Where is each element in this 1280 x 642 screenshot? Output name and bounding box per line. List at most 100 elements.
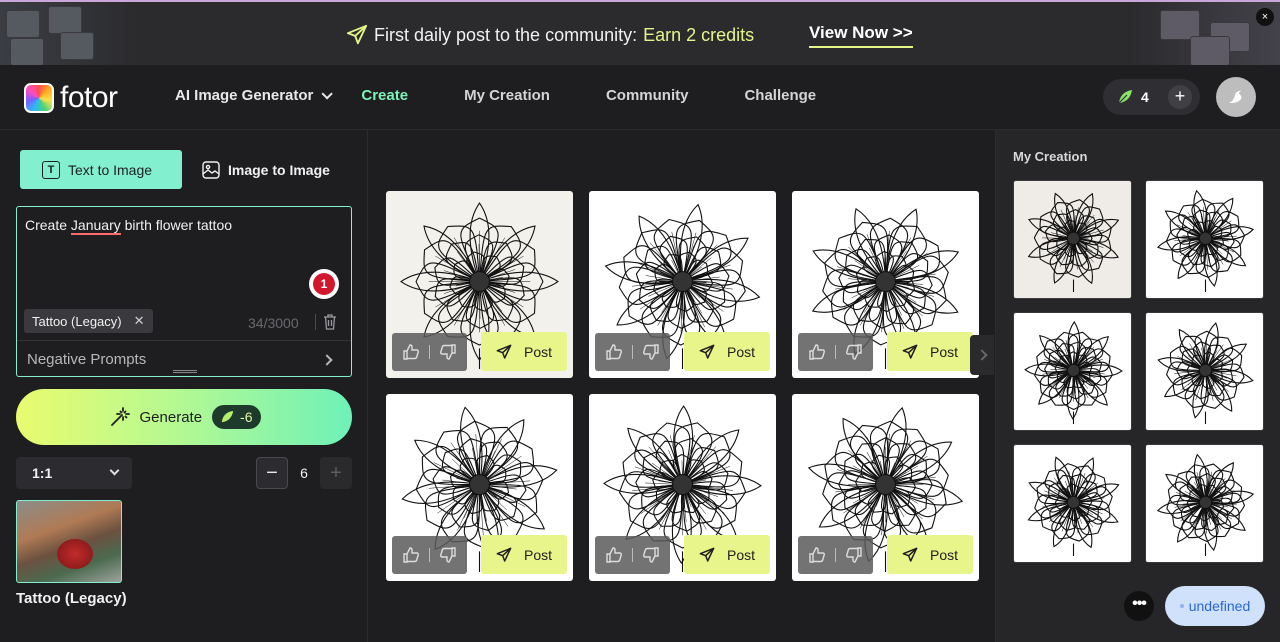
thumbs-up-icon[interactable] [605,343,623,361]
add-credits-button[interactable]: + [1168,85,1192,109]
scroll-right-button[interactable] [970,335,994,375]
count-increment-button[interactable]: + [320,457,352,489]
promo-banner: First daily post to the community: Earn … [0,0,1280,65]
aspect-ratio-select[interactable]: 1:1 [16,457,132,489]
generate-button[interactable]: Generate -6 [16,389,352,445]
credits-badge[interactable]: 4 + [1103,79,1200,115]
dot-icon [1179,604,1184,608]
undefined-pill[interactable]: undefined [1165,586,1265,626]
send-icon [496,547,512,562]
thumbs-up-icon[interactable] [808,546,826,564]
generate-cost: -6 [240,409,253,425]
post-label: Post [726,343,755,360]
result-card[interactable]: Post [792,191,979,378]
negative-prompts-label: Negative Prompts [27,351,147,368]
nav-my-creation[interactable]: My Creation [464,87,550,104]
close-icon[interactable]: ✕ [134,313,145,329]
thumbs-down-icon[interactable] [845,343,863,361]
undefined-pill-label: undefined [1188,598,1251,614]
style-thumbnail[interactable] [16,500,122,583]
vote-buttons [392,333,467,371]
thumbs-down-icon[interactable] [642,343,660,361]
bird-avatar-icon [1229,90,1242,103]
my-creation-thumbnail[interactable] [1013,444,1132,563]
grammarly-count: 1 [313,273,335,295]
divider [834,548,836,562]
thumbs-up-icon[interactable] [402,546,420,564]
resize-handle[interactable] [173,370,197,373]
banner-message: First daily post to the community: Earn … [346,22,754,48]
my-creation-thumbnail[interactable] [1145,312,1264,431]
logo-mark-icon [24,83,54,113]
paper-plane-icon [346,24,368,45]
char-count: 34/3000 [248,315,299,331]
my-creation-thumbnail[interactable] [1145,444,1264,563]
thumbs-up-icon[interactable] [808,343,826,361]
post-button[interactable]: Post [887,332,973,371]
result-card[interactable]: Post [589,191,776,378]
thumbs-down-icon[interactable] [439,343,457,361]
style-thumbnail-label: Tattoo (Legacy) [16,590,127,607]
main-nav: AI Image Generator Create My Creation Co… [175,87,872,104]
flower-tattoo-image [1027,456,1120,556]
nav-community[interactable]: Community [606,87,689,104]
post-button[interactable]: Post [684,332,770,371]
prompt-flagged-word[interactable]: January [70,217,121,235]
top-header: fotor AI Image Generator Create My Creat… [0,65,1280,130]
banner-text: First daily post to the community: [374,24,638,45]
flower-tattoo-image [1156,189,1255,292]
style-chip-label: Tattoo (Legacy) [32,313,122,329]
close-icon[interactable]: × [1256,8,1274,26]
nav-label: AI Image Generator [175,87,314,104]
view-now-link[interactable]: View Now >> [809,23,913,48]
fotor-logo[interactable]: fotor [24,81,118,115]
nav-challenge[interactable]: Challenge [744,87,816,104]
send-icon [496,344,512,359]
prompt-textarea[interactable]: Create January birth flower tattoo 1 Tat… [16,206,352,377]
thumbs-down-icon[interactable] [845,546,863,564]
post-button[interactable]: Post [481,332,567,371]
post-label: Post [726,546,755,563]
thumbs-up-icon[interactable] [605,546,623,564]
image-count: 6 [300,465,308,481]
flower-tattoo-image [1156,453,1255,556]
post-button[interactable]: Post [481,535,567,574]
avatar[interactable] [1216,77,1256,117]
trash-icon[interactable] [323,314,337,330]
tab-text-to-image[interactable]: T Text to Image [20,150,182,189]
magic-wand-icon [110,407,130,426]
result-card[interactable]: Post [386,394,573,581]
nav-ai-image-generator[interactable]: AI Image Generator [175,87,334,104]
grammarly-badge[interactable]: 1 [309,269,339,299]
my-creation-thumbnail[interactable] [1145,180,1264,299]
my-creation-thumbnail[interactable] [1013,312,1132,431]
thumbs-down-icon[interactable] [439,546,457,564]
thumbs-up-icon[interactable] [402,343,420,361]
mode-tabs: T Text to Image Image to Image [20,150,352,189]
send-icon [699,547,715,562]
text-icon: T [42,160,60,179]
chevron-right-icon [321,354,333,366]
post-label: Post [929,343,958,360]
result-card[interactable]: Post [792,394,979,581]
nav-create[interactable]: Create [361,87,408,104]
results-grid: Post Post Post Post Post Post [369,130,995,642]
my-creation-title: My Creation [1013,149,1088,164]
post-button[interactable]: Post [684,535,770,574]
result-card[interactable]: Post [386,191,573,378]
banner-highlight: Earn 2 credits [643,24,755,45]
vote-buttons [595,333,670,371]
flower-tattoo-image [1157,322,1254,424]
thumbs-down-icon[interactable] [642,546,660,564]
more-options-button[interactable]: ••• [1124,591,1154,621]
result-card[interactable]: Post [589,394,776,581]
prompt-text[interactable]: Create January birth flower tattoo [25,217,232,235]
post-label: Post [523,546,552,563]
divider [834,345,836,359]
style-chip: Tattoo (Legacy) ✕ [24,309,153,333]
post-button[interactable]: Post [887,535,973,574]
tab-image-to-image[interactable]: Image to Image [182,150,352,189]
my-creation-thumbnail[interactable] [1013,180,1132,299]
count-decrement-button[interactable]: − [256,457,288,489]
generate-cost-badge: -6 [212,405,261,429]
